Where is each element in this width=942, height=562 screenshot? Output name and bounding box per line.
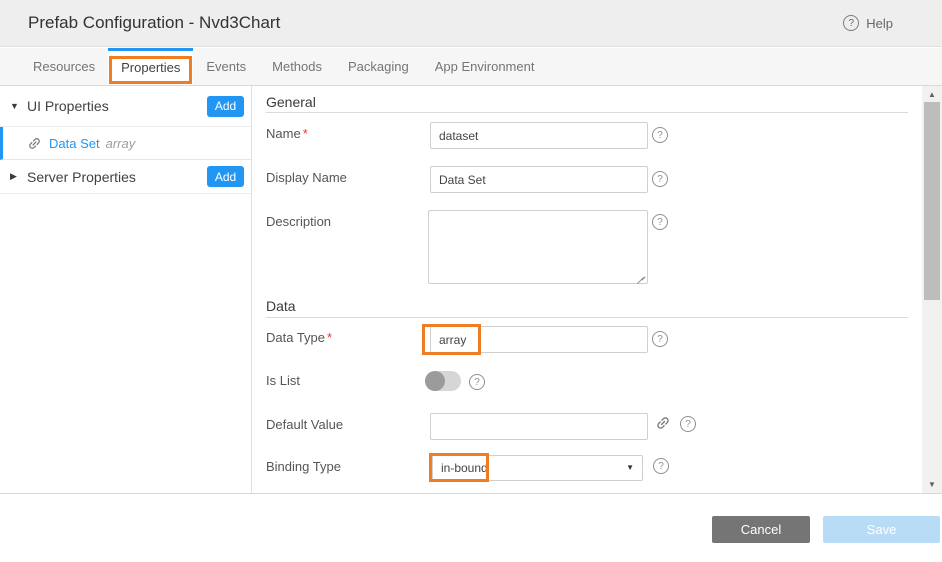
binding-type-label: Binding Type: [266, 459, 341, 474]
binding-type-select[interactable]: in-bound ▼: [432, 455, 643, 481]
display-name-input[interactable]: [430, 166, 648, 193]
property-form-panel: General Name* ? Display Name ? Descripti…: [253, 86, 922, 493]
sidebar-group-ui-properties[interactable]: ▼ UI Properties Add: [0, 86, 251, 127]
is-list-toggle[interactable]: [425, 371, 461, 391]
display-name-help-icon[interactable]: ?: [652, 171, 668, 187]
properties-sidebar: ▼ UI Properties Add Data Set array ▶ Ser…: [0, 86, 252, 493]
name-input[interactable]: [430, 122, 648, 149]
name-label: Name*: [266, 126, 308, 141]
caret-right-icon: ▶: [10, 171, 27, 182]
data-type-input[interactable]: [430, 326, 648, 353]
add-ui-property-button[interactable]: Add: [207, 96, 244, 117]
section-divider: [266, 317, 908, 318]
tab-resources[interactable]: Resources: [20, 48, 108, 85]
sidebar-group-server-properties[interactable]: ▶ Server Properties Add: [0, 160, 251, 194]
tab-properties[interactable]: Properties: [108, 48, 193, 85]
sidebar-item-label: Data Set: [49, 136, 100, 151]
description-textarea[interactable]: [428, 210, 648, 284]
content-scrollbar[interactable]: ▲ ▼: [922, 86, 942, 493]
sidebar-item-data-set[interactable]: Data Set array: [0, 127, 251, 160]
bind-value-icon[interactable]: [652, 412, 675, 435]
help-question-icon: ?: [843, 15, 859, 31]
display-name-label: Display Name: [266, 170, 347, 185]
required-asterisk: *: [303, 126, 308, 141]
data-type-label: Data Type*: [266, 330, 332, 345]
section-divider: [266, 112, 908, 113]
save-button[interactable]: Save: [823, 516, 940, 543]
scroll-down-icon[interactable]: ▼: [922, 480, 942, 489]
default-value-help-icon[interactable]: ?: [680, 416, 696, 432]
section-title-general: General: [266, 94, 316, 110]
binding-type-help-icon[interactable]: ?: [653, 458, 669, 474]
caret-down-icon: ▼: [10, 101, 27, 111]
prefab-configuration-dialog: Prefab Configuration - Nvd3Chart ? Help …: [0, 0, 942, 562]
description-help-icon[interactable]: ?: [652, 214, 668, 230]
data-type-help-icon[interactable]: ?: [652, 331, 668, 347]
page-title: Prefab Configuration - Nvd3Chart: [28, 13, 280, 33]
scroll-up-icon[interactable]: ▲: [922, 90, 942, 99]
title-bar: Prefab Configuration - Nvd3Chart ? Help: [0, 0, 942, 47]
dropdown-caret-icon: ▼: [626, 456, 634, 480]
tab-packaging[interactable]: Packaging: [335, 48, 422, 85]
group-label: Server Properties: [27, 169, 207, 185]
bind-link-icon: [24, 132, 45, 153]
textarea-resize-handle[interactable]: [636, 272, 646, 282]
binding-type-value: in-bound: [441, 461, 488, 475]
add-server-property-button[interactable]: Add: [207, 166, 244, 187]
tab-bar: Resources Properties Events Methods Pack…: [0, 48, 942, 86]
required-asterisk: *: [327, 330, 332, 345]
name-help-icon[interactable]: ?: [652, 127, 668, 143]
tab-events[interactable]: Events: [193, 48, 259, 85]
tab-methods[interactable]: Methods: [259, 48, 335, 85]
group-label: UI Properties: [27, 98, 207, 114]
default-value-label: Default Value: [266, 417, 343, 432]
sidebar-item-type: array: [106, 136, 136, 151]
description-label: Description: [266, 214, 331, 229]
scrollbar-thumb[interactable]: [924, 102, 940, 300]
is-list-label: Is List: [266, 373, 300, 388]
default-value-input[interactable]: [430, 413, 648, 440]
cancel-button[interactable]: Cancel: [712, 516, 810, 543]
toggle-knob: [425, 371, 445, 391]
tab-app-environment[interactable]: App Environment: [422, 48, 548, 85]
help-link[interactable]: ? Help: [843, 15, 893, 31]
is-list-help-icon[interactable]: ?: [469, 374, 485, 390]
section-title-data: Data: [266, 298, 296, 314]
help-label: Help: [866, 16, 893, 31]
dialog-footer: Cancel Save: [0, 494, 942, 562]
